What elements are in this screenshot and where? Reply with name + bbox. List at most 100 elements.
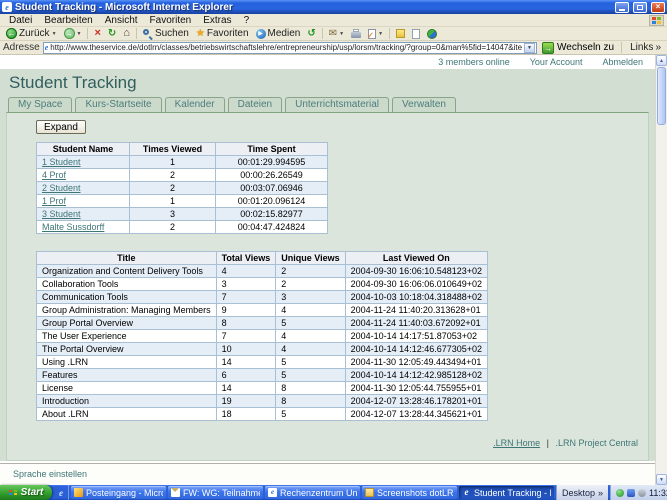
title-cell: The User Experience — [37, 330, 217, 343]
tray-volume-icon[interactable] — [638, 489, 646, 497]
mail-dropdown-icon[interactable]: ▼ — [339, 31, 344, 37]
last-viewed-cell: 2004-10-03 10:18:04.318488+02 — [345, 291, 487, 304]
messenger-button[interactable] — [424, 27, 440, 40]
student-link[interactable]: 4 Prof — [42, 170, 66, 180]
notes-button[interactable] — [393, 27, 408, 40]
print-button[interactable] — [348, 27, 364, 40]
taskbar-task-student-tracking[interactable]: e Student Tracking - M... — [459, 486, 554, 499]
tracking-panel: Expand Student Name Times Viewed Time Sp… — [6, 112, 649, 461]
media-button[interactable]: ▶ Medien — [253, 27, 304, 40]
ie-toolbar: ← Zurück ▼ → ▼ × ↻ ⌂ Suchen ★ Favoriten … — [0, 27, 667, 41]
tab[interactable]: Kurs-Startseite — [75, 97, 161, 112]
taskbar-task-screenshots[interactable]: Screenshots dotLR... — [362, 486, 457, 499]
media-icon: ▶ — [256, 29, 266, 39]
address-dropdown-icon[interactable]: ▼ — [524, 43, 535, 53]
outlook-icon — [74, 488, 83, 497]
vertical-scrollbar[interactable]: ▲ ▼ — [655, 55, 667, 485]
table-row: Organization and Content Delivery Tools … — [37, 265, 488, 278]
close-button[interactable]: × — [651, 2, 665, 13]
panel-footer: .LRN Home | .LRN Project Central — [36, 438, 638, 448]
title-cell: Organization and Content Delivery Tools — [37, 265, 217, 278]
screen: e Student Tracking - Microsoft Internet … — [0, 0, 667, 500]
language-link[interactable]: Sprache einstellen — [13, 469, 87, 479]
table-row: Malte Sussdorff 2 00:04:47.424824 — [37, 221, 328, 234]
expand-button[interactable]: Expand — [36, 120, 86, 134]
student-link[interactable]: Malte Sussdorff — [42, 222, 104, 232]
menu-item[interactable]: Bearbeiten — [38, 15, 98, 26]
system-tray: 11:32 — [610, 485, 667, 500]
stop-button[interactable]: × — [91, 27, 103, 40]
back-button[interactable]: ← Zurück ▼ — [3, 27, 60, 40]
forward-dropdown-icon[interactable]: ▼ — [77, 31, 82, 37]
tray-status-icon[interactable] — [616, 489, 624, 497]
quick-launch-ie-icon[interactable]: e — [59, 488, 63, 498]
lrn-home-link[interactable]: .LRN Home — [493, 438, 540, 448]
total-views-cell: 6 — [216, 369, 276, 382]
menu-item[interactable]: Ansicht — [99, 15, 144, 26]
tab[interactable]: Unterrichtsmaterial — [285, 97, 389, 112]
menu-item[interactable]: Favoriten — [144, 15, 198, 26]
taskbar-task-rechenzentrum[interactable]: e Rechenzentrum Uni K... — [265, 486, 360, 499]
times-viewed-cell: 3 — [130, 208, 216, 221]
taskbar-task-mail[interactable]: FW: WG: Teilnahme v... — [168, 486, 263, 499]
your-account-link[interactable]: Your Account — [530, 57, 583, 67]
table-row: Using .LRN 14 5 2004-11-30 12:05:49.4434… — [37, 356, 488, 369]
title-cell: Group Portal Overview — [37, 317, 217, 330]
overflow-chevron-icon[interactable]: » — [598, 488, 603, 498]
tab[interactable]: My Space — [8, 97, 72, 112]
edit-button[interactable]: ▼ — [365, 27, 386, 40]
table-row: 4 Prof 2 00:00:26.26549 — [37, 169, 328, 182]
forward-icon: → — [64, 28, 75, 39]
taskbar: Start e Posteingang - Micros... FW: WG: … — [0, 485, 667, 500]
menu-item[interactable]: ? — [238, 15, 256, 26]
address-label: Adresse — [3, 42, 40, 53]
tray-messenger-icon[interactable] — [627, 489, 635, 497]
student-link[interactable]: 1 Student — [42, 157, 81, 167]
tab[interactable]: Kalender — [165, 97, 225, 112]
times-viewed-cell: 2 — [130, 221, 216, 234]
search-icon — [143, 29, 153, 39]
forward-button[interactable]: → ▼ — [61, 27, 85, 40]
restore-button[interactable] — [633, 2, 647, 13]
links-menu[interactable]: Links » — [627, 42, 664, 53]
student-link[interactable]: 3 Student — [42, 209, 81, 219]
unique-views-cell: 8 — [276, 395, 345, 408]
taskbar-task-outlook[interactable]: Posteingang - Micros... — [71, 486, 166, 499]
mail-button[interactable]: ✉ ▼ — [326, 27, 347, 40]
history-icon: ↺ — [307, 29, 315, 39]
menu-item[interactable]: Datei — [3, 15, 38, 26]
notes-icon — [396, 29, 405, 38]
last-viewed-cell: 2004-09-30 16:06:10.548123+02 — [345, 265, 487, 278]
table-row: 2 Student 2 00:03:07.06946 — [37, 182, 328, 195]
edit-dropdown-icon[interactable]: ▼ — [378, 31, 383, 37]
go-button[interactable]: → Wechseln zu — [540, 42, 616, 54]
logout-link[interactable]: Abmelden — [602, 57, 643, 67]
search-button[interactable]: Suchen — [140, 27, 192, 40]
menu-item[interactable]: Extras — [197, 15, 237, 26]
desktop-toolbar[interactable]: Desktop » — [556, 485, 608, 500]
history-button[interactable]: ↺ — [304, 27, 318, 40]
lrn-project-link[interactable]: .LRN Project Central — [555, 438, 638, 448]
total-views-cell: 14 — [216, 382, 276, 395]
scrollbar-thumb[interactable] — [657, 67, 666, 125]
document-button[interactable] — [409, 27, 423, 40]
last-viewed-cell: 2004-09-30 16:06:06.010649+02 — [345, 278, 487, 291]
tab[interactable]: Verwalten — [392, 97, 456, 112]
minimize-button[interactable] — [615, 2, 629, 13]
favorites-button[interactable]: ★ Favoriten — [193, 27, 252, 40]
table-row: License 14 8 2004-11-30 12:05:44.755955+… — [37, 382, 488, 395]
scroll-down-icon[interactable]: ▼ — [656, 474, 667, 485]
start-flag-icon — [9, 490, 18, 495]
back-dropdown-icon[interactable]: ▼ — [52, 31, 57, 37]
column-header: Title — [37, 252, 217, 265]
refresh-button[interactable]: ↻ — [105, 27, 119, 40]
scroll-up-icon[interactable]: ▲ — [656, 55, 667, 66]
student-link[interactable]: 2 Student — [42, 183, 81, 193]
tab[interactable]: Dateien — [228, 97, 282, 112]
address-input[interactable] — [50, 43, 522, 53]
home-button[interactable]: ⌂ — [120, 27, 133, 40]
total-views-cell: 3 — [216, 278, 276, 291]
start-button[interactable]: Start — [0, 485, 52, 500]
student-link[interactable]: 1 Prof — [42, 196, 66, 206]
window-titlebar[interactable]: e Student Tracking - Microsoft Internet … — [0, 0, 667, 14]
